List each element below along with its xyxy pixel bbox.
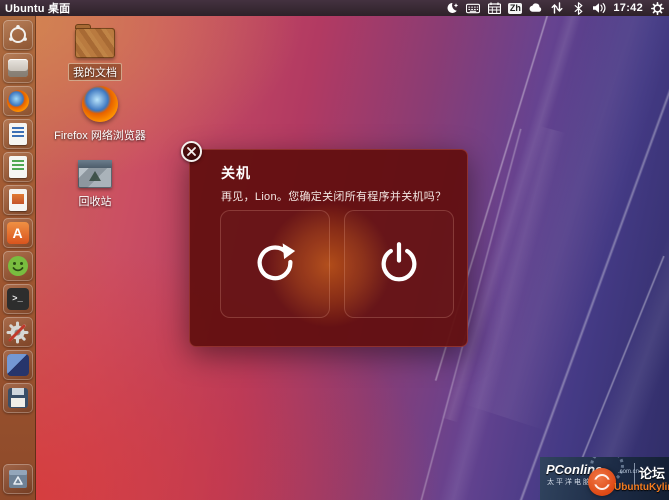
power-icon — [376, 239, 422, 290]
firefox-icon — [82, 86, 118, 122]
libreoffice-calc-icon — [6, 155, 30, 179]
system-settings-icon — [6, 320, 30, 344]
session-gear-icon[interactable] — [650, 2, 664, 15]
active-app-title[interactable]: Ubuntu 桌面 — [0, 0, 70, 16]
trash-icon — [6, 467, 30, 491]
launcher-item-impress[interactable] — [3, 185, 33, 215]
floppy-disk-icon — [6, 386, 30, 410]
ubuntukylin-text: UbuntuKylin — [614, 482, 669, 493]
top-menubar: Ubuntu 桌面 Zh 17:42 — [0, 0, 669, 16]
network-arrows-icon[interactable] — [550, 2, 564, 15]
workspace-switcher-icon — [6, 353, 30, 377]
calendar-icon[interactable] — [487, 2, 501, 15]
file-manager-icon — [6, 56, 30, 80]
clock[interactable]: 17:42 — [613, 2, 643, 14]
close-icon[interactable] — [181, 141, 202, 162]
ubuntu-desktop: Ubuntu 桌面 Zh 17:42 — [0, 0, 669, 500]
system-tray: Zh 17:42 — [445, 2, 669, 15]
ubuntukylin-logo-icon — [588, 468, 616, 496]
pconline-watermark: PConline .com.cn 太平洋电脑网 论坛 UbuntuKylin — [540, 457, 669, 500]
launcher-item-calc[interactable] — [3, 152, 33, 182]
launcher-item-settings[interactable] — [3, 317, 33, 347]
restart-button[interactable] — [220, 210, 330, 318]
shutdown-button[interactable] — [344, 210, 454, 318]
dialog-message: 再见，Lion。您确定关闭所有程序并关机吗？ — [221, 188, 446, 204]
libreoffice-impress-icon — [6, 188, 30, 212]
launcher-item-trash[interactable] — [3, 464, 33, 494]
shutdown-dialog: 关机 再见，Lion。您确定关闭所有程序并关机吗？ — [189, 149, 468, 347]
ubuntu-dash-icon — [6, 23, 30, 47]
desktop-icon-label: 我的文档 — [68, 63, 122, 81]
launcher-item-software-center[interactable]: A — [3, 218, 33, 248]
desktop-icon-label: 回收站 — [79, 193, 112, 209]
unity-launcher: A >_ — [0, 16, 36, 500]
libreoffice-writer-icon — [6, 122, 30, 146]
desktop-icon-label: Firefox 网络浏览器 — [54, 127, 146, 143]
restart-icon — [252, 239, 298, 290]
wallpaper-streak — [514, 0, 669, 500]
keyboard-icon[interactable] — [466, 2, 480, 15]
launcher-item-youker-assistant[interactable] — [3, 251, 33, 281]
volume-icon[interactable] — [592, 2, 606, 15]
wallpaper-streak — [521, 51, 669, 500]
launcher-item-workspace-switcher[interactable] — [3, 350, 33, 380]
youker-assistant-icon — [6, 254, 30, 278]
launcher-item-files[interactable] — [3, 53, 33, 83]
desktop-icon-firefox[interactable]: Firefox 网络浏览器 — [55, 86, 145, 143]
weather-moon-star-icon[interactable] — [445, 2, 459, 15]
cloud-icon[interactable] — [529, 2, 543, 15]
launcher-item-volume[interactable] — [3, 383, 33, 413]
recycle-bin-icon — [78, 160, 112, 188]
folder-icon — [75, 28, 115, 58]
watermark-forum: 论坛 — [639, 463, 665, 482]
watermark-domain: .com.cn — [618, 469, 639, 475]
wallpaper-streak — [462, 0, 669, 431]
bluetooth-icon[interactable] — [571, 2, 585, 15]
input-method-indicator[interactable]: Zh — [508, 3, 522, 14]
terminal-icon: >_ — [6, 287, 30, 311]
launcher-item-writer[interactable] — [3, 119, 33, 149]
desktop-icon-my-documents[interactable]: 我的文档 — [64, 28, 126, 81]
launcher-item-terminal[interactable]: >_ — [3, 284, 33, 314]
software-center-icon: A — [6, 221, 30, 245]
launcher-item-dash[interactable] — [3, 20, 33, 50]
dialog-title: 关机 — [221, 163, 251, 183]
desktop-icon-recycle-bin[interactable]: 回收站 — [62, 160, 128, 209]
firefox-icon — [6, 89, 30, 113]
launcher-item-firefox[interactable] — [3, 86, 33, 116]
